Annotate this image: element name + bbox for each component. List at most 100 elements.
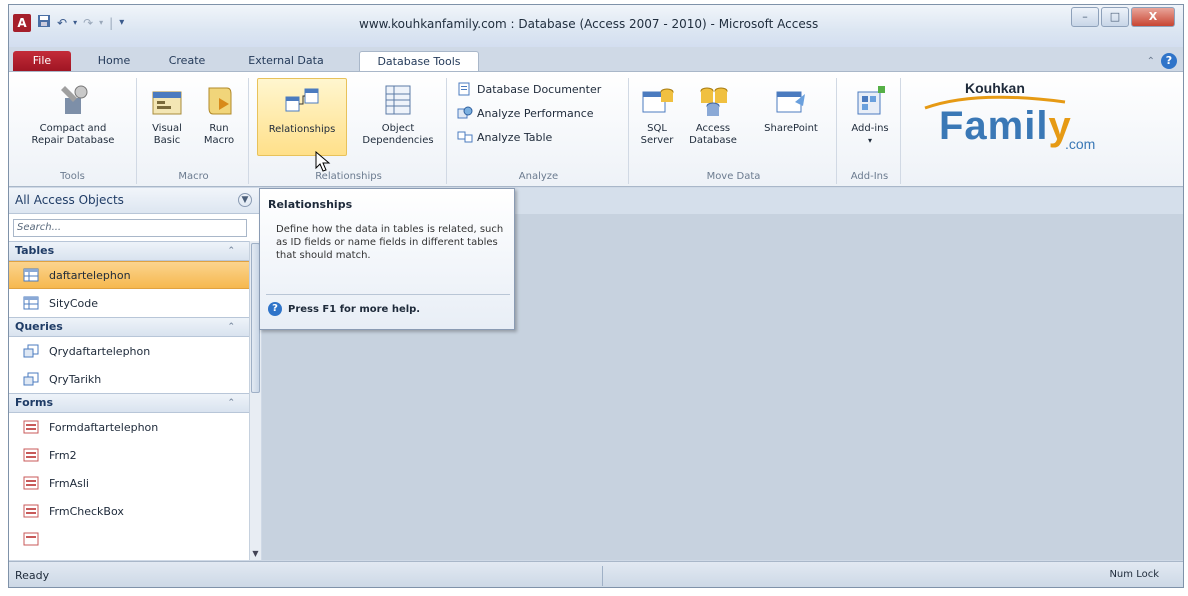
close-button[interactable]: X [1131, 7, 1175, 27]
sql-server-label-1: SQL [647, 123, 667, 134]
nav-item-form[interactable]: Frm2 [9, 441, 249, 469]
nav-item-form[interactable]: FrmCheckBox [9, 497, 249, 525]
nav-object-list: Tables ⌃ daftartelephon SityCode Queries… [9, 241, 249, 560]
nav-item-query[interactable]: Qrydaftartelephon [9, 337, 249, 365]
tab-create[interactable]: Create [161, 51, 213, 71]
nav-item-form[interactable]: FrmAsli [9, 469, 249, 497]
add-ins-button[interactable]: Add-ins ▾ [843, 78, 897, 156]
tab-external-data[interactable]: External Data [241, 51, 331, 71]
object-dependencies-label-2: Dependencies [362, 135, 434, 146]
compact-repair-label-2: Repair Database [31, 135, 115, 146]
group-relationships: Relationships Object Dependencies Relati… [251, 78, 447, 184]
title-bar: A ↶ ▾ ↷ ▾ | ▾ www.kouhkanfamily.com : Da… [9, 5, 1183, 47]
redo-dropdown-icon[interactable]: ▾ [99, 18, 103, 27]
nav-menu-chevron-icon[interactable]: ▼ [238, 193, 252, 207]
documenter-icon [457, 82, 473, 96]
object-dependencies-button[interactable]: Object Dependencies [355, 78, 441, 156]
nav-header-title: All Access Objects [15, 193, 124, 207]
status-num-lock: Num Lock [1109, 569, 1159, 580]
analyze-table-icon [457, 130, 473, 144]
nav-item-form[interactable]: Formdaftartelephon [9, 413, 249, 441]
sharepoint-label: SharePoint [764, 123, 818, 134]
object-dependencies-icon [380, 84, 416, 118]
quick-access-toolbar: ↶ ▾ ↷ ▾ | ▾ [37, 14, 124, 31]
nav-item-table[interactable]: SityCode [9, 289, 249, 317]
separator-icon: | [109, 15, 114, 30]
group-label-move-data: Move Data [706, 171, 761, 182]
form-icon [23, 532, 39, 546]
nav-section-forms[interactable]: Forms ⌃ [9, 393, 249, 413]
tooltip-separator [266, 294, 510, 295]
analyze-performance-button[interactable]: Analyze Performance [457, 104, 594, 122]
form-icon [23, 420, 39, 434]
maximize-button[interactable]: □ [1101, 7, 1129, 27]
visual-basic-button[interactable]: Visual Basic [143, 78, 191, 156]
ribbon-tabs: File Home Create External Data Database … [9, 47, 1183, 71]
relationships-button[interactable]: Relationships [257, 78, 347, 156]
help-area: ⌃ ? [1147, 53, 1177, 69]
group-add-ins: Add-ins ▾ Add-Ins [839, 78, 901, 184]
group-label-analyze: Analyze [518, 171, 559, 182]
section-title: Tables [15, 244, 55, 257]
analyze-performance-icon [457, 106, 473, 120]
redo-icon[interactable]: ↷ [83, 16, 93, 30]
tab-file[interactable]: File [13, 51, 71, 71]
run-macro-label-2: Macro [203, 135, 235, 146]
nav-item-form-partial[interactable] [9, 525, 249, 553]
group-tools: Compact and Repair Database Tools [9, 78, 137, 184]
nav-search-input[interactable]: Search... [13, 219, 247, 237]
item-label: FrmCheckBox [49, 504, 124, 518]
group-label-add-ins: Add-Ins [850, 171, 889, 182]
tooltip-help: ? Press F1 for more help. [268, 302, 420, 316]
analyze-table-button[interactable]: Analyze Table [457, 128, 552, 146]
item-label: daftartelephon [49, 268, 131, 282]
help-icon[interactable]: ? [1161, 53, 1177, 69]
access-database-button[interactable]: Access Database [683, 78, 743, 156]
undo-icon[interactable]: ↶ [57, 16, 67, 30]
analyze-performance-label: Analyze Performance [477, 106, 594, 120]
nav-header[interactable]: All Access Objects ▼ [9, 188, 260, 214]
tab-database-tools[interactable]: Database Tools [359, 51, 479, 71]
item-label: Frm2 [49, 448, 77, 462]
mouse-cursor-icon [315, 151, 331, 172]
logo-main-text: Family [939, 104, 1072, 148]
section-title: Forms [15, 396, 54, 409]
collapse-icon[interactable]: ⌃ [227, 318, 235, 336]
access-app-icon[interactable]: A [13, 14, 31, 32]
run-macro-button[interactable]: Run Macro [195, 78, 243, 156]
collapse-icon[interactable]: ⌃ [227, 394, 235, 412]
nav-section-queries[interactable]: Queries ⌃ [9, 317, 249, 337]
save-icon[interactable] [37, 14, 51, 31]
ribbon: Compact and Repair Database Tools Visual… [9, 71, 1183, 187]
group-analyze: Database Documenter Analyze Performance … [449, 78, 629, 184]
minimize-button[interactable]: – [1071, 7, 1099, 27]
minimize-ribbon-icon[interactable]: ⌃ [1147, 56, 1155, 67]
nav-section-tables[interactable]: Tables ⌃ [9, 241, 249, 261]
scroll-down-icon[interactable]: ▼ [251, 549, 260, 558]
database-documenter-button[interactable]: Database Documenter [457, 80, 601, 98]
group-label-tools: Tools [60, 171, 85, 182]
tooltip-help-text: Press F1 for more help. [288, 303, 421, 315]
customize-qat-icon[interactable]: ▾ [119, 17, 124, 28]
sharepoint-button[interactable]: SharePoint [751, 78, 831, 156]
table-icon [23, 296, 39, 310]
collapse-icon[interactable]: ⌃ [227, 242, 235, 260]
window-controls: – □ X [1071, 7, 1175, 27]
nav-item-query[interactable]: QryTarikh [9, 365, 249, 393]
group-move-data: SQL Server Access Database SharePoint Mo… [631, 78, 837, 184]
tab-home[interactable]: Home [89, 51, 139, 71]
sql-server-label-2: Server [640, 135, 674, 146]
compact-repair-button[interactable]: Compact and Repair Database [11, 78, 135, 156]
status-ready: Ready [15, 569, 50, 582]
kouhkan-family-logo: Kouhkan Family .com [915, 78, 1115, 174]
visual-basic-icon [149, 84, 185, 118]
undo-dropdown-icon[interactable]: ▾ [73, 18, 77, 27]
tooltip-title: Relationships [268, 198, 353, 211]
nav-item-table[interactable]: daftartelephon [9, 261, 249, 289]
access-window: A ↶ ▾ ↷ ▾ | ▾ www.kouhkanfamily.com : Da… [8, 4, 1184, 588]
compact-repair-label-1: Compact and [39, 123, 107, 134]
visual-basic-label-2: Basic [153, 135, 181, 146]
query-icon [23, 344, 39, 358]
access-database-label-1: Access [695, 123, 731, 134]
sql-server-button[interactable]: SQL Server [635, 78, 679, 156]
